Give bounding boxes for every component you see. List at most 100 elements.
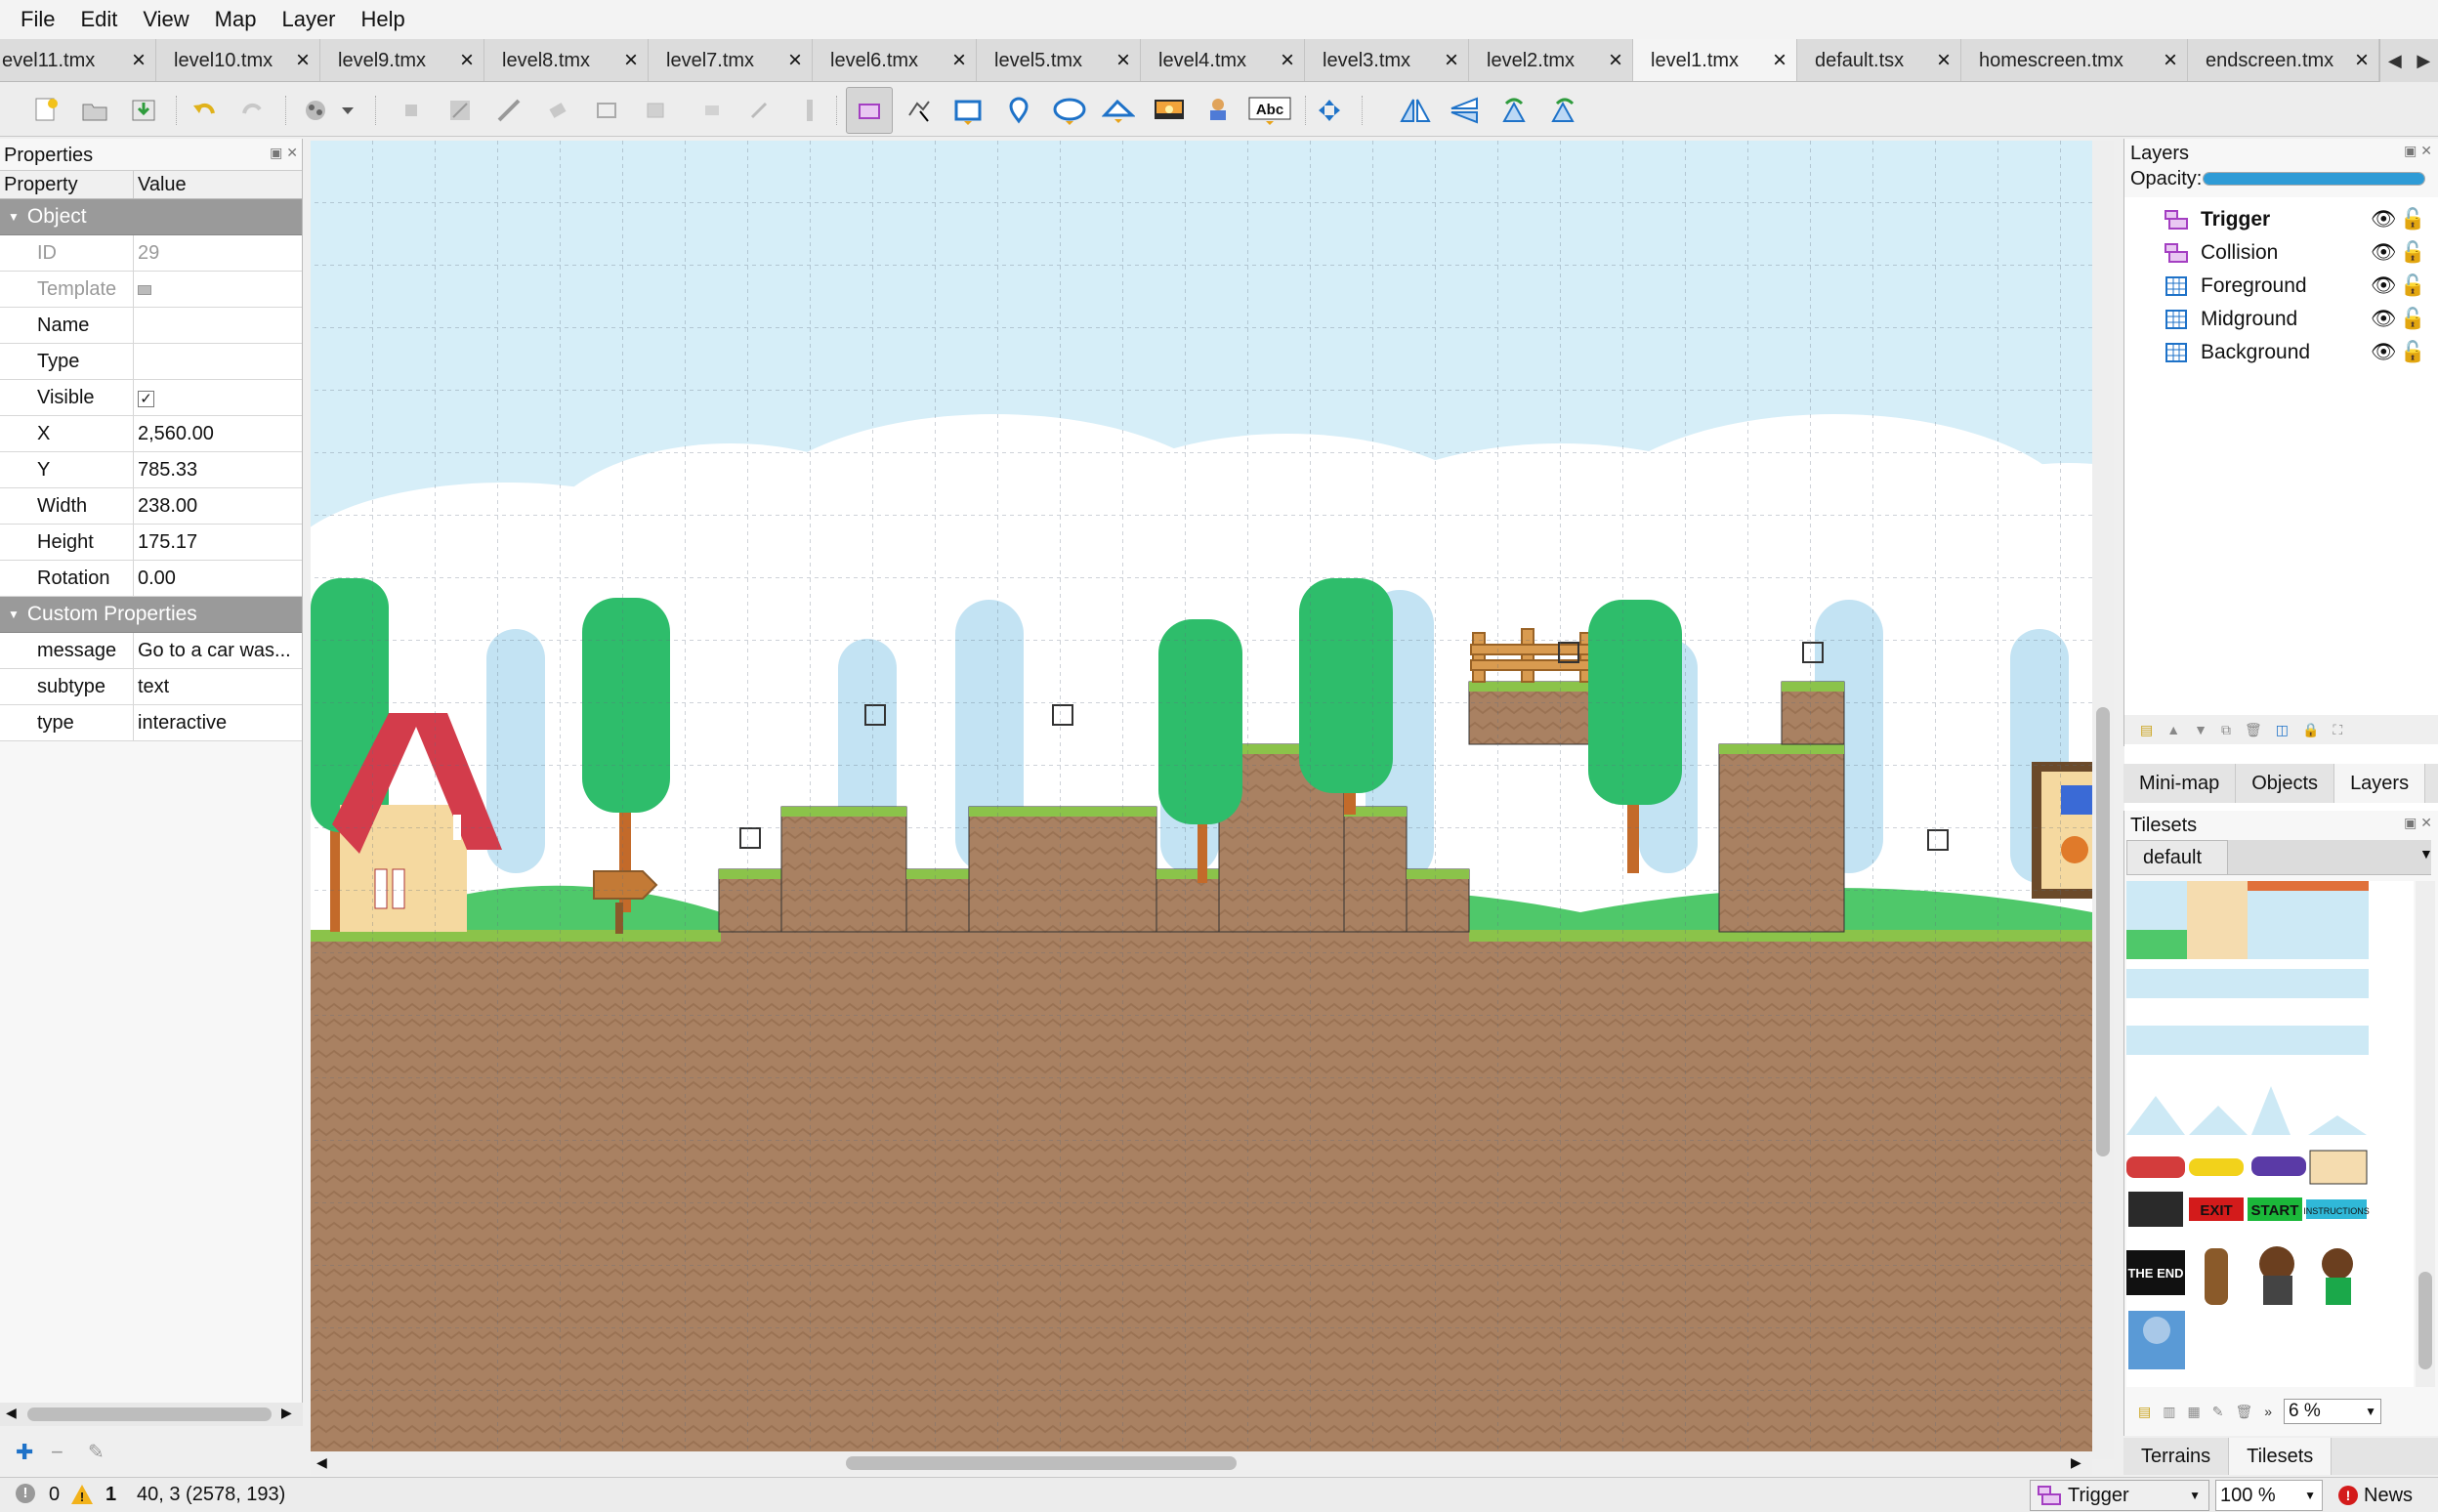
close-icon[interactable]: ×: [1773, 47, 1786, 74]
shape-fill-icon[interactable]: [492, 94, 525, 127]
tab-homescreen[interactable]: homescreen.tmx ×: [1961, 39, 2188, 81]
scrollbar-thumb[interactable]: [27, 1407, 272, 1421]
scrollbar-thumb[interactable]: [846, 1456, 1237, 1470]
random-mode-icon[interactable]: [395, 94, 428, 127]
canvas-vscroll[interactable]: [2092, 141, 2114, 1459]
magic-wand-icon[interactable]: [639, 94, 672, 127]
properties-hscroll[interactable]: ◀ ▶: [0, 1403, 303, 1426]
layer-row-foreground[interactable]: Foreground 👁 🔓: [2164, 270, 2427, 303]
delete-layer-icon[interactable]: 🗑: [2245, 722, 2262, 738]
news-button[interactable]: ! News: [2338, 1480, 2436, 1511]
menu-file[interactable]: File: [8, 7, 67, 32]
zoom-select[interactable]: 100 % ▼: [2215, 1480, 2323, 1511]
close-icon[interactable]: ×: [788, 47, 802, 74]
property-row-y[interactable]: Y 785.33: [0, 452, 302, 488]
close-icon[interactable]: ×: [132, 47, 146, 74]
tab-level2[interactable]: level2.tmx ×: [1469, 39, 1633, 81]
opacity-slider[interactable]: [2203, 172, 2425, 186]
select-objects-icon[interactable]: [846, 87, 893, 134]
property-row-width[interactable]: Width 238.00: [0, 488, 302, 525]
insert-ellipse-icon[interactable]: [1053, 94, 1086, 127]
canvas-hscroll[interactable]: ◀ ▶: [311, 1451, 2092, 1475]
close-icon[interactable]: ×: [2355, 47, 2369, 74]
lock-icon[interactable]: 🔓: [2400, 308, 2425, 331]
chevron-right-icon[interactable]: ▶: [281, 1405, 292, 1421]
close-icon[interactable]: ×: [1281, 47, 1294, 74]
rectangle-select-icon[interactable]: [590, 94, 623, 127]
panel-float-close-icons[interactable]: ▣ ✕: [270, 145, 298, 164]
flip-vertical-icon[interactable]: [1448, 94, 1481, 127]
remove-property-icon[interactable]: −: [51, 1440, 63, 1465]
bucket-fill-icon[interactable]: [443, 94, 477, 127]
tab-default-tsx[interactable]: default.tsx ×: [1797, 39, 1961, 81]
map-canvas[interactable]: [311, 141, 2092, 1459]
insert-tile-icon[interactable]: [1153, 94, 1186, 127]
property-row-id[interactable]: ID 29: [0, 235, 302, 272]
move-icon[interactable]: [1313, 94, 1346, 127]
merge-layer-icon[interactable]: ◫: [2276, 722, 2289, 738]
chevron-left-icon[interactable]: ◀: [316, 1454, 327, 1471]
tab-level11[interactable]: evel11.tmx ×: [0, 39, 156, 81]
tab-tilesets[interactable]: Tilesets: [2229, 1438, 2333, 1475]
property-value[interactable]: text: [134, 676, 300, 698]
close-icon[interactable]: ×: [1445, 47, 1458, 74]
rename-property-icon[interactable]: ✎: [88, 1440, 105, 1464]
property-row-type[interactable]: Type: [0, 344, 302, 380]
eye-icon[interactable]: 👁: [2371, 341, 2397, 364]
property-value[interactable]: 785.33: [134, 459, 300, 482]
current-layer-select[interactable]: Trigger ▼: [2030, 1480, 2209, 1511]
property-row-template[interactable]: Template: [0, 272, 302, 308]
property-value[interactable]: 238.00: [134, 495, 300, 518]
chevron-right-icon[interactable]: ▶: [2071, 1454, 2081, 1471]
column-header-property[interactable]: Property: [0, 171, 134, 198]
close-icon[interactable]: ×: [624, 47, 638, 74]
export-tileset-icon[interactable]: ▦: [2187, 1404, 2200, 1420]
import-tileset-icon[interactable]: ▥: [2163, 1404, 2175, 1420]
tab-level1[interactable]: level1.tmx ×: [1633, 39, 1797, 81]
layer-row-midground[interactable]: Midground 👁 🔓: [2164, 303, 2427, 336]
close-icon[interactable]: ×: [1937, 47, 1951, 74]
property-value[interactable]: 0.00: [134, 567, 300, 590]
tab-level4[interactable]: level4.tmx ×: [1141, 39, 1305, 81]
new-layer-icon[interactable]: ▤: [2140, 722, 2153, 738]
tile-stamp-icon[interactable]: [793, 94, 826, 127]
stamp-brush-icon[interactable]: [299, 94, 332, 127]
menu-edit[interactable]: Edit: [67, 7, 130, 32]
close-icon[interactable]: ×: [296, 47, 310, 74]
insert-polygon-icon[interactable]: [1102, 94, 1135, 127]
tileset-tab-default[interactable]: default: [2126, 840, 2228, 875]
tab-level3[interactable]: level3.tmx ×: [1305, 39, 1469, 81]
tab-objects[interactable]: Objects: [2236, 764, 2335, 803]
panel-float-close-icons[interactable]: ▣ ✕: [2404, 143, 2432, 166]
new-map-icon[interactable]: [29, 94, 63, 127]
rotate-left-icon[interactable]: [1498, 94, 1532, 127]
layer-row-collision[interactable]: Collision 👁 🔓: [2164, 236, 2427, 270]
tab-minimap[interactable]: Mini-map: [2123, 764, 2237, 803]
duplicate-layer-icon[interactable]: ⧉: [2221, 722, 2231, 738]
eye-icon[interactable]: 👁: [2371, 274, 2397, 298]
close-icon[interactable]: ×: [2164, 47, 2177, 74]
tab-level10[interactable]: level10.tmx ×: [156, 39, 320, 81]
panel-float-close-icons[interactable]: ▣ ✕: [2404, 815, 2432, 838]
save-icon[interactable]: [127, 94, 160, 127]
chevron-right-icon[interactable]: ▶: [2417, 51, 2430, 71]
tab-level8[interactable]: level8.tmx ×: [484, 39, 649, 81]
highlight-layer-icon[interactable]: ⛶: [2333, 722, 2342, 738]
eye-icon[interactable]: 👁: [2371, 241, 2397, 265]
tileset-zoom[interactable]: 6 % ▼: [2284, 1399, 2382, 1424]
lock-icon[interactable]: 🔓: [2400, 208, 2425, 231]
insert-rectangle-icon[interactable]: [951, 94, 985, 127]
property-value[interactable]: Go to a car was...: [134, 640, 300, 662]
lock-icon[interactable]: 🔓: [2400, 241, 2425, 265]
property-value[interactable]: 2,560.00: [134, 423, 300, 445]
eye-icon[interactable]: 👁: [2371, 208, 2397, 231]
menu-view[interactable]: View: [130, 7, 201, 32]
property-row-height[interactable]: Height 175.17: [0, 525, 302, 561]
edit-polygons-icon[interactable]: [903, 94, 936, 127]
more-icon[interactable]: »: [2264, 1404, 2272, 1419]
visible-checkbox[interactable]: ✓: [138, 390, 154, 407]
warning-icon[interactable]: !: [70, 1484, 94, 1505]
eye-icon[interactable]: 👁: [2371, 308, 2397, 331]
menu-map[interactable]: Map: [202, 7, 270, 32]
chevron-down-icon[interactable]: [336, 94, 359, 127]
